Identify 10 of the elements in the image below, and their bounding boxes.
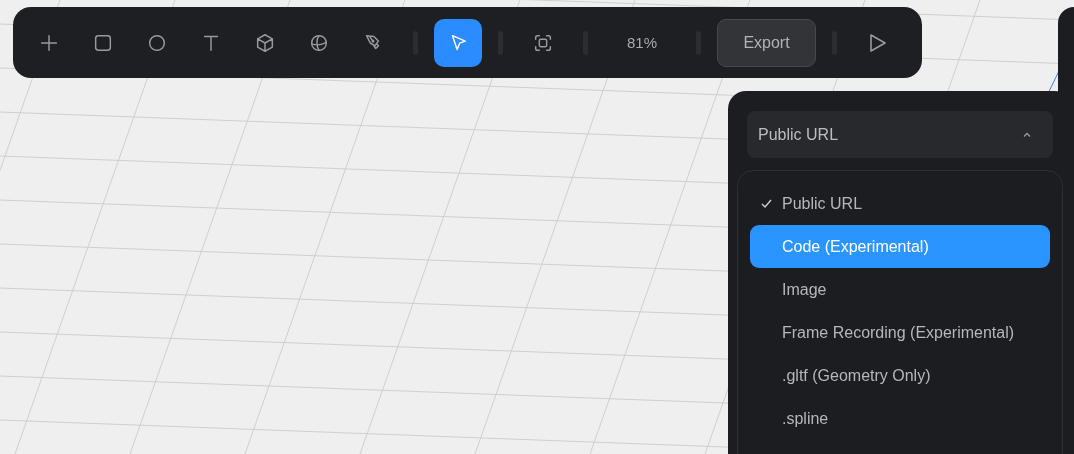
format-select[interactable]: Public URL (747, 111, 1053, 158)
cube-icon (254, 31, 276, 54)
format-option[interactable]: Public URL (750, 182, 1050, 225)
zoom-level[interactable]: 81% (604, 34, 680, 51)
format-option[interactable]: Frame Recording (Experimental) (750, 311, 1050, 354)
format-option[interactable]: Image (750, 268, 1050, 311)
export-button[interactable]: Export (717, 18, 816, 67)
select-tool-button[interactable] (434, 18, 482, 67)
format-option[interactable]: .spline (750, 397, 1050, 440)
format-option[interactable]: .gltf (Geometry Only) (750, 354, 1050, 397)
